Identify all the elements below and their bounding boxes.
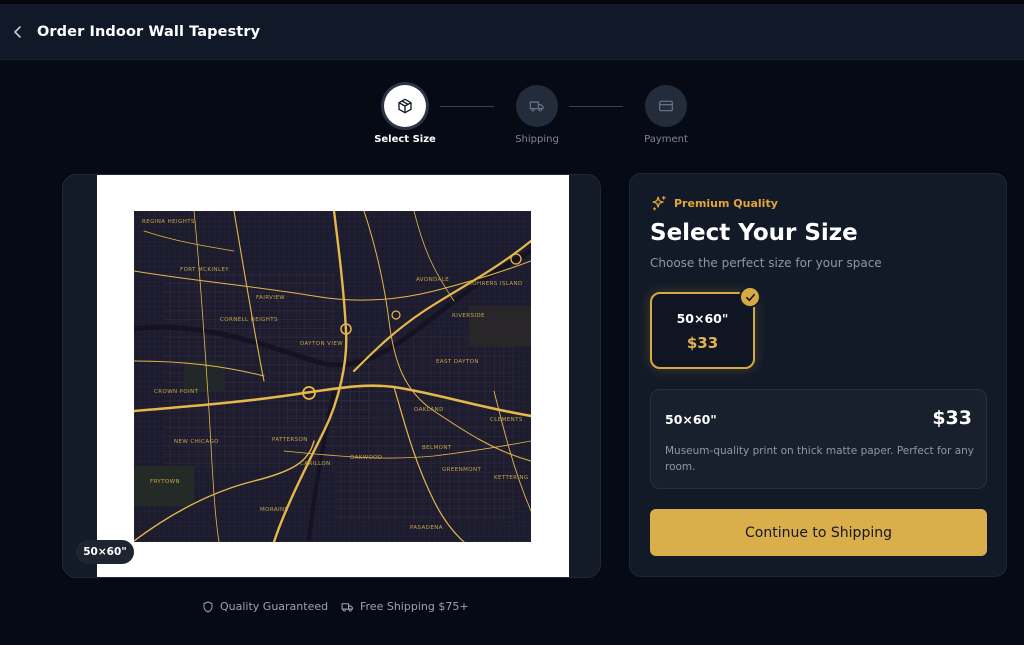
truck-icon <box>529 101 544 112</box>
size-option-50x60[interactable]: 50×60" $33 <box>650 286 761 369</box>
svg-text:NEW CHICAGO: NEW CHICAGO <box>174 439 219 445</box>
option-size: 50×60" <box>676 311 729 326</box>
credit-card-icon <box>659 100 673 112</box>
step-circle <box>516 85 558 127</box>
svg-text:BELMONT: BELMONT <box>422 445 452 451</box>
shield-icon <box>203 601 213 612</box>
size-badge: 50×60" <box>76 540 134 564</box>
check-icon <box>745 293 755 301</box>
svg-text:OAKLAND: OAKLAND <box>414 407 444 413</box>
svg-text:ROHRERS ISLAND: ROHRERS ISLAND <box>468 281 523 287</box>
svg-text:CROWN POINT: CROWN POINT <box>154 389 199 395</box>
panel-subtitle: Choose the perfect size for your space <box>650 256 882 270</box>
step-payment[interactable]: Payment <box>621 85 711 145</box>
svg-text:FAIRVIEW: FAIRVIEW <box>256 295 285 301</box>
svg-text:GREENMONT: GREENMONT <box>442 467 482 473</box>
trust-quality-label: Quality Guaranteed <box>220 600 329 613</box>
svg-text:EAST DAYTON: EAST DAYTON <box>436 359 479 365</box>
svg-text:PATTERSON: PATTERSON <box>272 437 308 443</box>
step-label: Shipping <box>515 134 559 145</box>
svg-text:CORNELL HEIGHTS: CORNELL HEIGHTS <box>220 317 278 323</box>
step-connector <box>440 106 494 107</box>
svg-text:FORT MCKINLEY: FORT MCKINLEY <box>180 267 229 273</box>
app-header: Order Indoor Wall Tapestry <box>0 4 1024 60</box>
chevron-left-icon <box>14 25 21 38</box>
step-label: Select Size <box>374 134 436 145</box>
step-label: Payment <box>644 134 688 145</box>
page-title: Order Indoor Wall Tapestry <box>37 23 261 40</box>
svg-text:AVONDALE: AVONDALE <box>416 277 449 283</box>
option-price: $33 <box>686 334 719 352</box>
detail-price: $33 <box>932 407 972 429</box>
svg-text:PASADENA: PASADENA <box>410 525 443 531</box>
trust-shipping: Free Shipping $75+ <box>341 600 469 613</box>
size-selection-panel: Premium Quality Select Your Size Choose … <box>629 173 1007 577</box>
svg-text:MORAINE: MORAINE <box>260 507 289 513</box>
selected-check-badge <box>739 286 761 308</box>
svg-text:OAKWOOD: OAKWOOD <box>350 455 383 461</box>
step-shipping[interactable]: Shipping <box>492 85 582 145</box>
premium-quality-label: Premium Quality <box>674 197 778 210</box>
trust-quality: Quality Guaranteed <box>202 600 328 613</box>
detail-description: Museum-quality print on thick matte pape… <box>665 445 975 473</box>
svg-text:REGINA HEIGHTS: REGINA HEIGHTS <box>142 219 195 225</box>
step-circle <box>384 85 426 127</box>
step-select-size[interactable]: Select Size <box>360 85 450 145</box>
map-artwork: REGINA HEIGHTS FORT MCKINLEY FAIRVIEW CO… <box>134 211 531 542</box>
svg-text:DAYTON VIEW: DAYTON VIEW <box>300 341 343 347</box>
truck-icon <box>341 602 353 612</box>
back-button[interactable] <box>8 22 28 42</box>
tapestry-preview: REGINA HEIGHTS FORT MCKINLEY FAIRVIEW CO… <box>62 174 601 578</box>
size-detail-box: 50×60" $33 Museum-quality print on thick… <box>650 389 987 489</box>
premium-quality-tag: Premium Quality <box>651 195 778 212</box>
detail-size: 50×60" <box>665 412 717 427</box>
svg-text:FRYTOWN: FRYTOWN <box>150 479 180 485</box>
panel-title: Select Your Size <box>650 220 858 246</box>
step-circle <box>645 85 687 127</box>
map-image: REGINA HEIGHTS FORT MCKINLEY FAIRVIEW CO… <box>134 211 531 542</box>
svg-text:CARILLON: CARILLON <box>300 461 331 467</box>
tapestry-paper: REGINA HEIGHTS FORT MCKINLEY FAIRVIEW CO… <box>97 175 569 577</box>
continue-to-shipping-button[interactable]: Continue to Shipping <box>650 509 987 556</box>
svg-text:KETTERING: KETTERING <box>494 475 529 481</box>
svg-text:CLEMENTS: CLEMENTS <box>490 417 523 423</box>
svg-text:RIVERSIDE: RIVERSIDE <box>452 313 485 319</box>
sparkles-icon <box>652 195 666 211</box>
step-connector <box>569 106 623 107</box>
package-icon <box>398 98 412 114</box>
trust-shipping-label: Free Shipping $75+ <box>360 600 469 613</box>
